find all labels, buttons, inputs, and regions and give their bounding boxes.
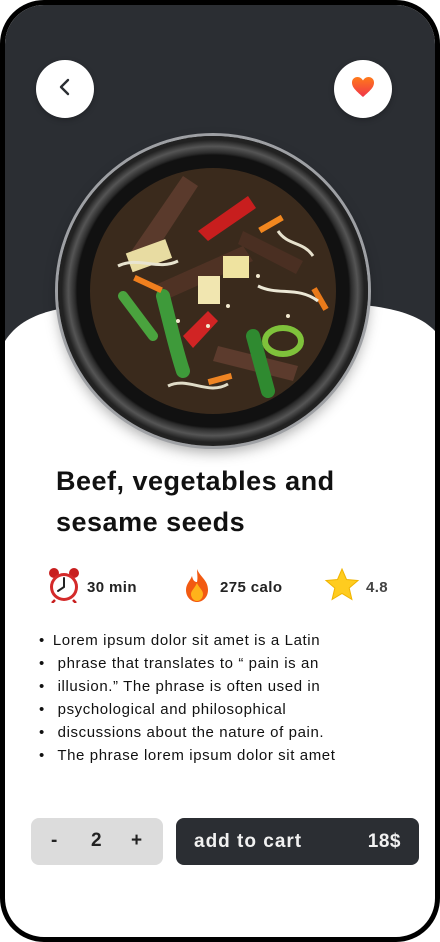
description-line: Lorem ipsum dolor sit amet is a Latin — [39, 629, 409, 652]
dish-image — [58, 136, 368, 446]
dish-description: Lorem ipsum dolor sit amet is a Latin ph… — [39, 629, 409, 767]
rating-stat: 4.8 — [324, 567, 388, 607]
calories-stat: 275 calo — [180, 567, 282, 607]
description-line: discussions about the nature of pain. — [39, 721, 409, 744]
description-line: illusion.” The phrase is often used in — [39, 675, 409, 698]
description-line: phrase that translates to “ pain is an — [39, 652, 409, 675]
phone-frame: Beef, vegetables and sesame seeds 30 min — [0, 0, 440, 942]
heart-icon — [351, 76, 375, 103]
add-to-cart-label: add to cart — [194, 831, 303, 852]
dish-stats: 30 min 275 calo 4.8 — [5, 567, 435, 607]
back-button[interactable] — [36, 60, 94, 118]
fire-icon — [180, 567, 214, 608]
quantity-stepper: - 2 + — [31, 818, 163, 865]
chevron-left-icon — [55, 77, 75, 102]
alarm-clock-icon — [47, 567, 81, 608]
favorite-button[interactable] — [334, 60, 392, 118]
star-icon — [324, 567, 360, 608]
decrease-quantity-button[interactable]: - — [51, 830, 57, 852]
description-line: The phrase lorem ipsum dolor sit amet — [39, 744, 409, 767]
prep-time-stat: 30 min — [47, 567, 137, 607]
description-line: psychological and philosophical — [39, 698, 409, 721]
price-label: 18$ — [367, 831, 401, 852]
dish-title: Beef, vegetables and sesame seeds — [56, 466, 335, 537]
prep-time-text: 30 min — [87, 578, 137, 596]
calories-text: 275 calo — [220, 578, 283, 596]
quantity-value: 2 — [91, 830, 102, 851]
rating-text: 4.8 — [366, 578, 389, 596]
increase-quantity-button[interactable]: + — [131, 830, 142, 852]
add-to-cart-button[interactable]: add to cart 18$ — [176, 818, 419, 865]
